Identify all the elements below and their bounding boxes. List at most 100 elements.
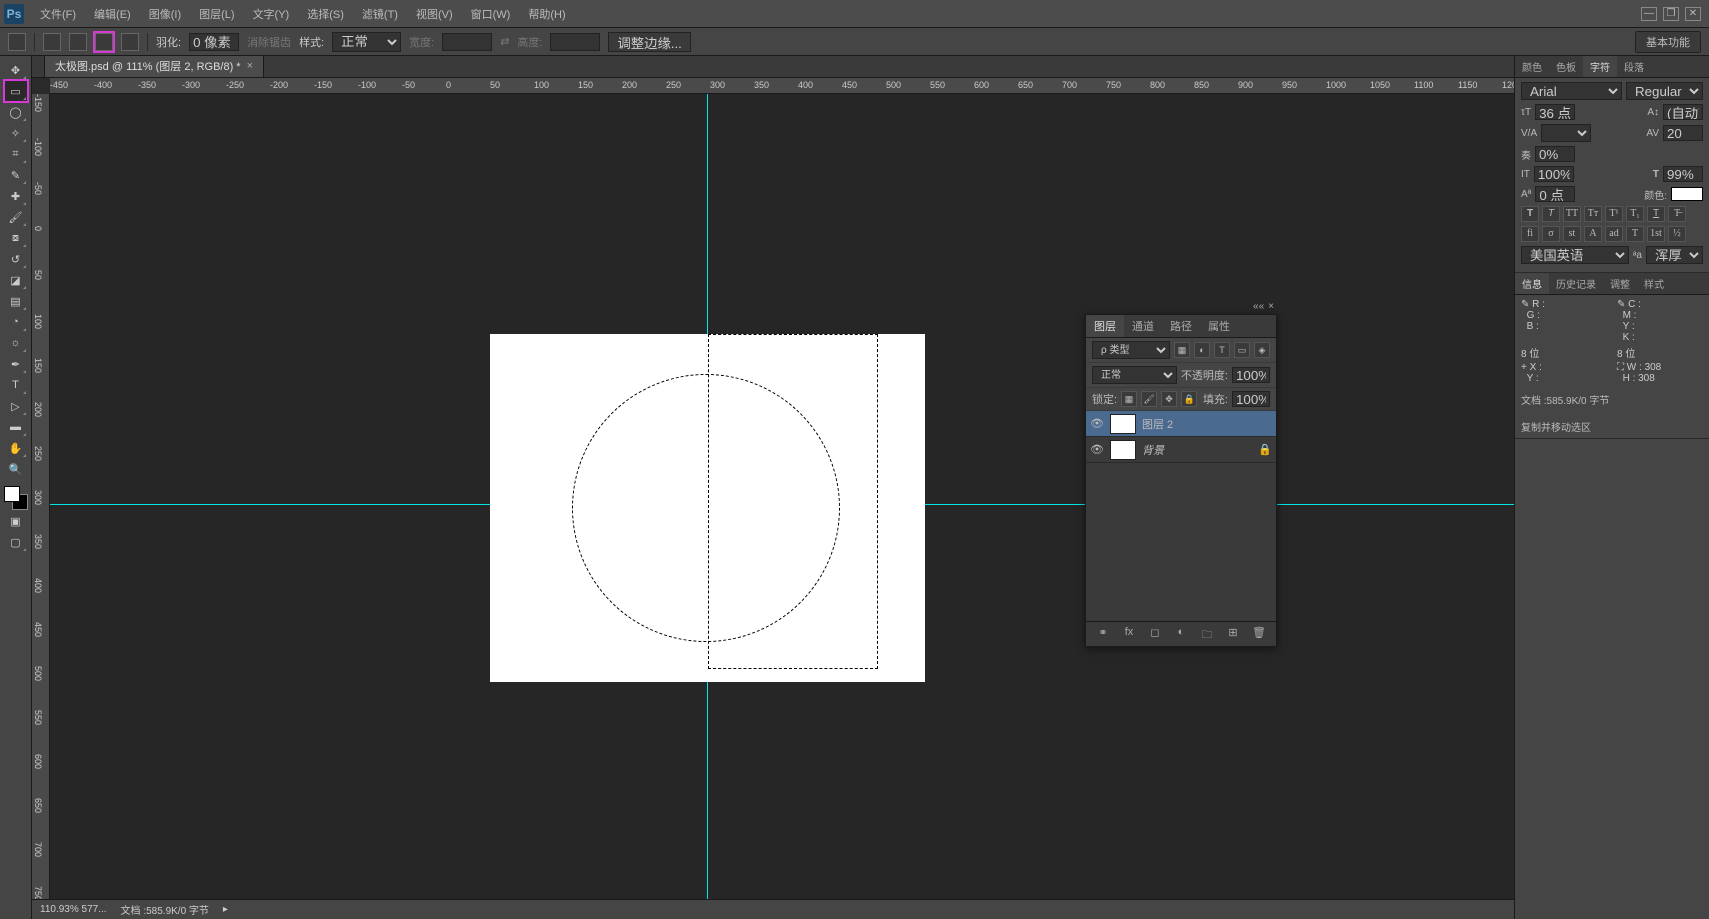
layer-row[interactable]: 👁 图层 2: [1086, 411, 1276, 437]
titling-button[interactable]: ad: [1605, 226, 1623, 242]
layer-thumb[interactable]: [1110, 440, 1136, 460]
filter-adjust-icon[interactable]: ◐: [1194, 342, 1210, 358]
font-family-select[interactable]: Arial: [1521, 82, 1622, 100]
style-select[interactable]: 正常: [332, 32, 401, 52]
minimize-button[interactable]: —: [1641, 7, 1657, 21]
half-button[interactable]: ½: [1668, 226, 1686, 242]
document-tab[interactable]: 太极图.psd @ 111% (图层 2, RGB/8) * ×: [44, 56, 264, 77]
wand-tool[interactable]: ✧: [5, 123, 27, 143]
filter-image-icon[interactable]: ▦: [1174, 342, 1190, 358]
menu-select[interactable]: 选择(S): [299, 2, 352, 26]
feather-input[interactable]: [189, 33, 239, 51]
dodge-tool[interactable]: ☼: [5, 333, 27, 353]
bold-button[interactable]: T: [1521, 206, 1539, 222]
canvas-viewport[interactable]: [50, 94, 1514, 919]
eraser-tool[interactable]: ◪: [5, 270, 27, 290]
italic-button[interactable]: T: [1542, 206, 1560, 222]
pen-tool[interactable]: ✒: [5, 354, 27, 374]
screenmode-tool[interactable]: ▢: [5, 532, 27, 552]
doc-status[interactable]: 文档 :585.9K/0 字节: [121, 902, 209, 917]
layer-name[interactable]: 背景: [1142, 442, 1164, 458]
layer-filter-select[interactable]: ρ 类型: [1092, 341, 1170, 359]
workspace-switcher[interactable]: 基本功能: [1635, 31, 1701, 53]
fractions-button[interactable]: 1st: [1647, 226, 1665, 242]
kerning-select[interactable]: [1541, 124, 1591, 142]
swash-button[interactable]: A: [1584, 226, 1602, 242]
marquee-tool[interactable]: ▭: [5, 81, 27, 101]
ruler-vertical[interactable]: -150-100-5005010015020025030035040045050…: [32, 94, 50, 919]
maximize-button[interactable]: ❐: [1663, 7, 1679, 21]
superscript-button[interactable]: T¹: [1605, 206, 1623, 222]
adjustment-icon[interactable]: ◐: [1173, 626, 1189, 642]
heal-tool[interactable]: ✚: [5, 186, 27, 206]
sel-new-icon[interactable]: [43, 33, 61, 51]
text-color-swatch[interactable]: [1671, 187, 1703, 201]
type-tool[interactable]: T: [5, 375, 27, 395]
zoom-status[interactable]: 110.93% 577...: [40, 904, 107, 915]
layer-thumb[interactable]: [1110, 414, 1136, 434]
color-swatches[interactable]: [4, 486, 28, 510]
lock-all-icon[interactable]: 🔒: [1181, 391, 1197, 407]
menu-edit[interactable]: 编辑(E): [86, 2, 139, 26]
new-layer-icon[interactable]: ⊞: [1225, 626, 1241, 642]
lig-button[interactable]: σ: [1542, 226, 1560, 242]
tab-history[interactable]: 历史记录: [1549, 273, 1603, 294]
eyedropper-tool[interactable]: ✎: [5, 165, 27, 185]
close-button[interactable]: ✕: [1685, 7, 1701, 21]
opacity-input[interactable]: [1232, 367, 1270, 383]
delete-icon[interactable]: 🗑: [1251, 626, 1267, 642]
blend-mode-select[interactable]: 正常: [1092, 366, 1177, 384]
tab-character[interactable]: 字符: [1583, 56, 1617, 77]
quickmask-tool[interactable]: ▣: [5, 511, 27, 531]
underline-button[interactable]: T: [1647, 206, 1665, 222]
smallcaps-button[interactable]: Tᴛ: [1584, 206, 1602, 222]
path-select-tool[interactable]: ▷: [5, 396, 27, 416]
layer-row[interactable]: 👁 背景 🔒: [1086, 437, 1276, 463]
leading-input[interactable]: [1663, 104, 1703, 120]
menu-window[interactable]: 窗口(W): [463, 2, 519, 26]
fx-icon[interactable]: fx: [1121, 626, 1137, 642]
tool-preset-icon[interactable]: [8, 33, 26, 51]
std-lig-button[interactable]: st: [1563, 226, 1581, 242]
filter-smart-icon[interactable]: ◈: [1254, 342, 1270, 358]
tab-layers[interactable]: 图层: [1086, 315, 1124, 337]
sel-subtract-icon[interactable]: [95, 33, 113, 51]
sel-intersect-icon[interactable]: [121, 33, 139, 51]
tab-properties[interactable]: 属性: [1200, 315, 1238, 337]
menu-layer[interactable]: 图层(L): [191, 2, 242, 26]
close-tab-icon[interactable]: ×: [247, 60, 253, 72]
link-icon[interactable]: ⚭: [1095, 626, 1111, 642]
lasso-tool[interactable]: ◯: [5, 102, 27, 122]
allcaps-button[interactable]: TT: [1563, 206, 1581, 222]
history-brush-tool[interactable]: ↺: [5, 249, 27, 269]
sel-add-icon[interactable]: [69, 33, 87, 51]
fi-lig-button[interactable]: fi: [1521, 226, 1539, 242]
language-select[interactable]: 美国英语: [1521, 246, 1629, 264]
visibility-icon[interactable]: 👁: [1090, 417, 1104, 431]
tab-channels[interactable]: 通道: [1124, 315, 1162, 337]
lock-pixels-icon[interactable]: ▦: [1121, 391, 1137, 407]
group-icon[interactable]: 🗀: [1199, 626, 1215, 642]
lock-position-icon[interactable]: ✥: [1161, 391, 1177, 407]
baseline-shift-input[interactable]: [1535, 186, 1575, 202]
canvas[interactable]: [490, 334, 925, 682]
filter-shape-icon[interactable]: ▭: [1234, 342, 1250, 358]
tab-info[interactable]: 信息: [1515, 273, 1549, 294]
menu-type[interactable]: 文字(Y): [245, 2, 298, 26]
hscale-input[interactable]: [1663, 166, 1703, 182]
move-tool[interactable]: ✥: [5, 60, 27, 80]
tab-color[interactable]: 颜色: [1515, 56, 1549, 77]
tab-adjustments[interactable]: 调整: [1603, 273, 1637, 294]
blur-tool[interactable]: ◔: [5, 312, 27, 332]
hand-tool[interactable]: ✋: [5, 438, 27, 458]
brush-tool[interactable]: 🖌: [5, 207, 27, 227]
fill-input[interactable]: [1232, 391, 1270, 407]
foreground-color[interactable]: [4, 486, 20, 502]
status-arrow-icon[interactable]: ▸: [223, 904, 228, 915]
strike-button[interactable]: T̶: [1668, 206, 1686, 222]
ruler-horizontal[interactable]: -450-400-350-300-250-200-150-100-5005010…: [50, 78, 1514, 94]
mask-icon[interactable]: ◻: [1147, 626, 1163, 642]
layer-name[interactable]: 图层 2: [1142, 416, 1173, 432]
subscript-button[interactable]: T₁: [1626, 206, 1644, 222]
panel-close-icon[interactable]: ×: [1268, 301, 1274, 312]
